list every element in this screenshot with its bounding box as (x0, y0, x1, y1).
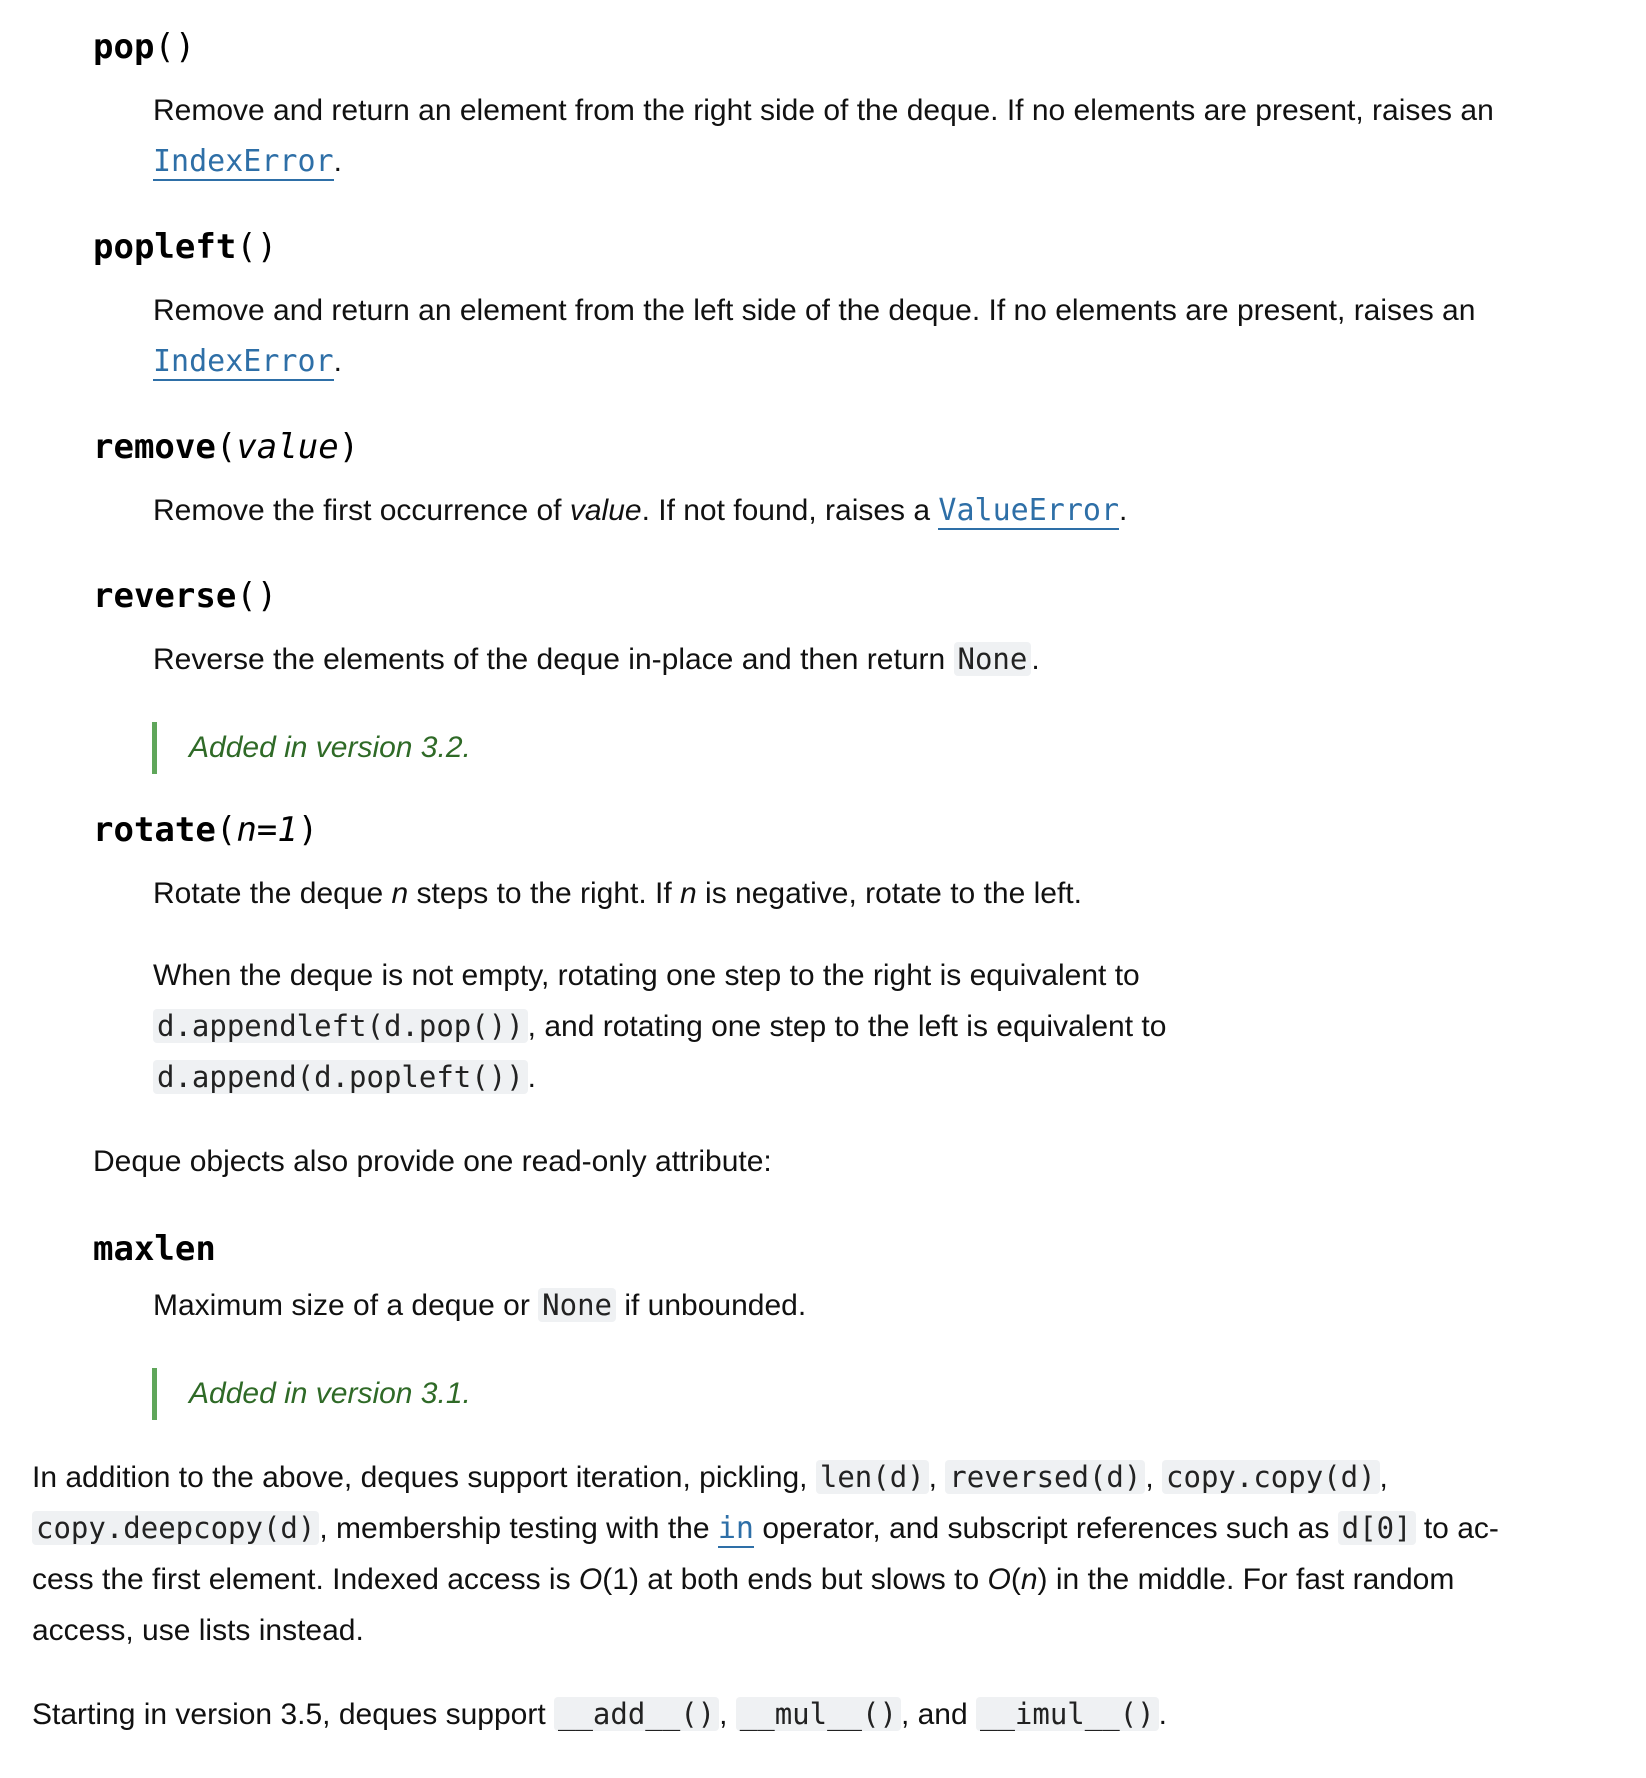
desc-text: , (928, 1461, 946, 1494)
summary-line3: cess the first element. Indexed access i… (32, 1554, 1454, 1605)
inline-code: __mul__() (735, 1697, 901, 1731)
reverse-signature: reverse() (93, 573, 277, 619)
method-params: () (154, 27, 196, 67)
maxlen-description: Maximum size of a deque or None if unbou… (153, 1280, 806, 1331)
attribute-name: maxlen (93, 1229, 216, 1269)
remove-signature: remove(value) (93, 424, 359, 470)
method-name: popleft (93, 227, 237, 267)
inline-code: __imul__() (976, 1697, 1159, 1731)
desc-text: is negative, rotate to the left. (696, 877, 1082, 910)
close-paren: ) (338, 427, 360, 467)
rotate-equivalence-line3: d.append(d.popleft()). (153, 1052, 536, 1103)
desc-text: Remove and return an element from the le… (153, 294, 1476, 327)
desc-text: Remove the first occurrence of (153, 494, 570, 527)
rotate-description: Rotate the deque n steps to the right. I… (153, 868, 1082, 919)
inline-code: copy.deepcopy(d) (32, 1511, 320, 1545)
inline-code: d[0] (1337, 1511, 1416, 1545)
param-n: n=1 (236, 810, 298, 850)
desc-text: . (1119, 494, 1128, 527)
rotate-equivalence-line2: d.appendleft(d.pop()), and rotating one … (153, 1001, 1166, 1052)
desc-text: . (1031, 643, 1040, 676)
close-paren: ) (297, 810, 319, 850)
desc-text: . (1158, 1698, 1167, 1731)
desc-text: Maximum size of a deque or (153, 1289, 539, 1322)
summary-line1: In addition to the above, deques support… (32, 1452, 1388, 1503)
param-value: value (236, 427, 339, 467)
desc-text: , (1379, 1461, 1388, 1494)
operators-note: Starting in version 3.5, deques support … (32, 1689, 1167, 1740)
method-name: pop (93, 27, 155, 67)
desc-arg: n (680, 877, 697, 910)
desc-text: cess the first element. Indexed access i… (32, 1563, 579, 1596)
rotate-equivalence-line1: When the deque is not empty, rotating on… (153, 950, 1140, 1001)
in-operator-link[interactable]: in (717, 1511, 754, 1548)
desc-text: In addition to the above, deques support… (32, 1461, 816, 1494)
desc-text: ( (1010, 1563, 1021, 1596)
desc-text: ) in the middle. For fast random (1037, 1563, 1455, 1596)
desc-text: . (527, 1061, 536, 1094)
remove-description: Remove the first occurrence of value. If… (153, 485, 1127, 536)
inline-code: reversed(d) (945, 1460, 1146, 1494)
desc-text: , (719, 1698, 736, 1731)
inline-code: None (953, 642, 1032, 676)
desc-text: , membership testing with the (319, 1512, 718, 1545)
big-o: O (578, 1563, 603, 1596)
desc-text: , and (900, 1698, 976, 1731)
desc-text: steps to the right. If (408, 877, 681, 910)
inline-code: copy.copy(d) (1162, 1460, 1380, 1494)
inline-code: __add__() (553, 1697, 720, 1731)
inline-code: None (538, 1288, 617, 1322)
version-added-note: Added in version 3.1. (152, 1368, 471, 1420)
inline-code: len(d) (815, 1460, 929, 1494)
indexerror-link[interactable]: IndexError (153, 344, 334, 381)
indexerror-link[interactable]: IndexError (153, 144, 334, 181)
pop-description-cont: IndexError. (153, 136, 342, 187)
open-paren: ( (215, 427, 237, 467)
desc-text: to ac- (1415, 1512, 1499, 1545)
docs-page: pop() Remove and return an element from … (0, 0, 1646, 1778)
inline-code: d.appendleft(d.pop()) (153, 1009, 528, 1043)
method-name: remove (93, 427, 216, 467)
popleft-description-cont: IndexError. (153, 336, 342, 387)
desc-text: operator, and subscript references such … (754, 1512, 1338, 1545)
popleft-signature: popleft() (93, 224, 277, 270)
desc-arg: value (569, 494, 642, 527)
method-name: reverse (93, 576, 237, 616)
method-params: () (236, 576, 278, 616)
valueerror-link[interactable]: ValueError (938, 493, 1120, 530)
pop-description: Remove and return an element from the ri… (153, 85, 1494, 136)
desc-text: Reverse the elements of the deque in-pla… (153, 643, 954, 676)
version-added-note: Added in version 3.2. (152, 722, 471, 774)
maxlen-signature: maxlen (93, 1226, 216, 1272)
desc-text: . (333, 345, 342, 378)
method-name: rotate (93, 810, 216, 850)
popleft-description: Remove and return an element from the le… (153, 285, 1475, 336)
open-paren: ( (215, 810, 237, 850)
desc-text: Rotate the deque (153, 877, 392, 910)
desc-text: , and rotating one step to the left is e… (527, 1010, 1167, 1043)
desc-text: . (333, 145, 342, 178)
pop-signature: pop() (93, 24, 195, 70)
desc-text: . If not found, raises a (641, 494, 939, 527)
desc-text: Remove and return an element from the ri… (153, 94, 1494, 127)
desc-arg: n (1020, 1563, 1038, 1596)
method-params: () (236, 227, 278, 267)
desc-text: Starting in version 3.5, deques support (32, 1698, 554, 1731)
desc-text: , (1145, 1461, 1163, 1494)
summary-line4: access, use lists instead. (32, 1614, 364, 1647)
reverse-description: Reverse the elements of the deque in-pla… (153, 634, 1040, 685)
desc-text: When the deque is not empty, rotating on… (153, 959, 1140, 992)
desc-arg: n (391, 877, 409, 910)
rotate-signature: rotate(n=1) (93, 807, 318, 853)
big-o: O (987, 1563, 1011, 1596)
inline-code: d.append(d.popleft()) (153, 1060, 528, 1094)
attribute-intro: Deque objects also provide one read-only… (93, 1145, 772, 1178)
desc-text: if unbounded. (616, 1289, 807, 1322)
desc-text: (1) at both ends but slows to (602, 1563, 988, 1596)
summary-line2: copy.deepcopy(d), membership testing wit… (32, 1503, 1499, 1554)
